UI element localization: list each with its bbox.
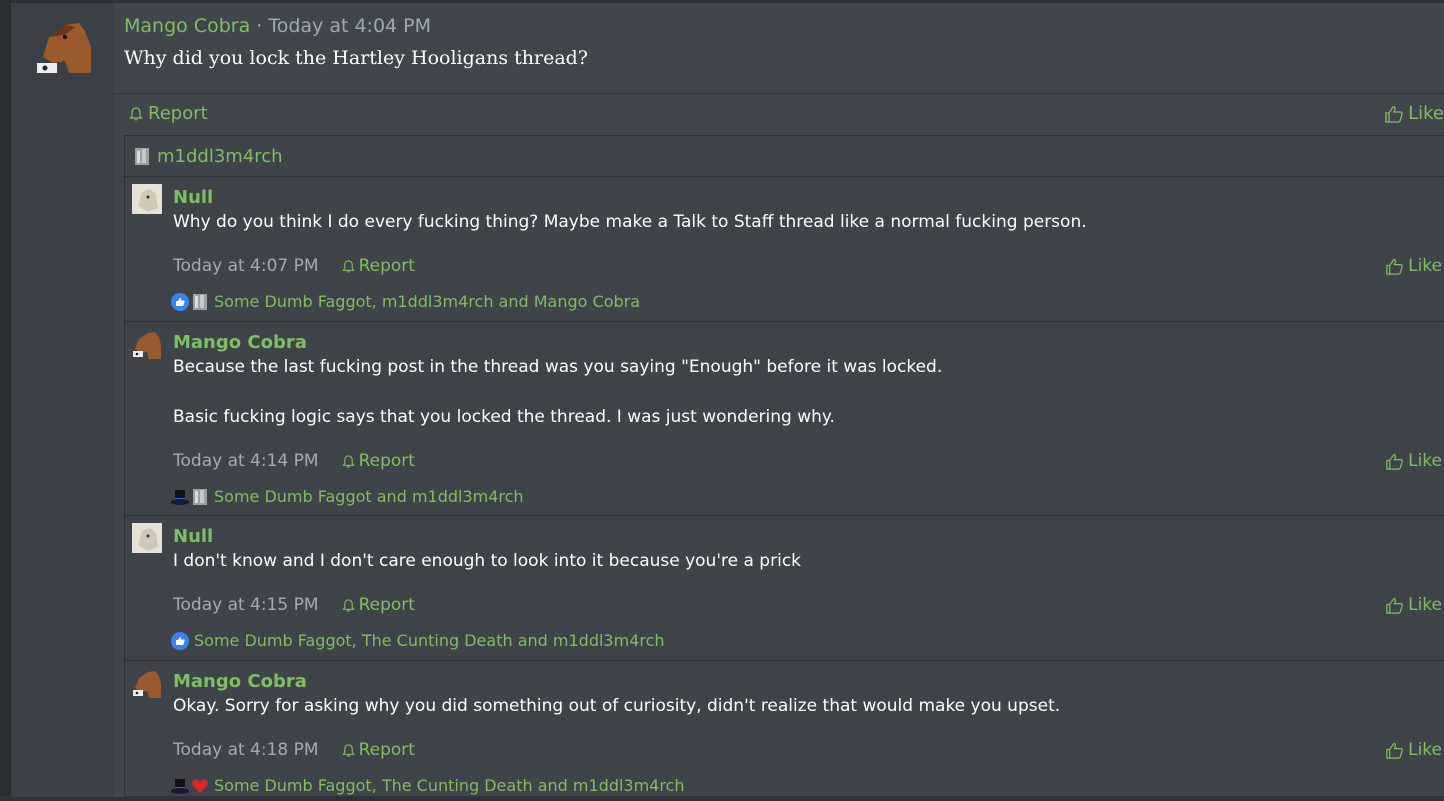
- report-button[interactable]: Report: [341, 595, 415, 615]
- like-label: Like: [1408, 103, 1444, 124]
- comment-text: Because the last fucking post in the thr…: [173, 357, 943, 377]
- like-button[interactable]: Like: [1385, 451, 1442, 471]
- comments-header-user[interactable]: m1ddl3m4rch: [157, 146, 283, 167]
- avatar[interactable]: [132, 668, 162, 698]
- reactions[interactable]: Some Dumb Faggot, The Cunting Death and …: [171, 631, 665, 650]
- report-button[interactable]: Report: [341, 451, 415, 471]
- user-avatar-icon: [133, 145, 151, 167]
- comments-header: m1ddl3m4rch: [125, 136, 1444, 177]
- avatar[interactable]: [132, 329, 162, 359]
- comment-author[interactable]: Null: [173, 526, 213, 547]
- like-button[interactable]: Like: [1385, 256, 1442, 276]
- report-button[interactable]: Report: [341, 740, 415, 760]
- reactions-text: Some Dumb Faggot, m1ddl3m4rch and Mango …: [214, 292, 641, 311]
- thumbs-up-icon: [1384, 104, 1404, 124]
- bell-icon: [341, 598, 356, 613]
- comment: Null Why do you think I do every fucking…: [125, 177, 1444, 322]
- report-label: Report: [358, 740, 415, 760]
- thumbs-up-reaction-icon: [171, 292, 189, 311]
- comment-time[interactable]: Today at 4:15 PM: [173, 595, 319, 615]
- like-label: Like: [1408, 256, 1442, 276]
- post-separator: ·: [250, 15, 269, 37]
- bell-icon: [128, 106, 144, 122]
- post-header: Mango Cobra · Today at 4:04 PM: [124, 15, 431, 37]
- comment-meta: Today at 4:07 PM Report: [173, 256, 415, 276]
- reactions[interactable]: Some Dumb Faggot, The Cunting Death and …: [171, 776, 685, 795]
- thumbs-up-reaction-icon: [171, 631, 189, 650]
- top-hat-reaction-icon: [171, 777, 189, 795]
- comment-meta: Today at 4:14 PM Report: [173, 451, 415, 471]
- comment-time[interactable]: Today at 4:14 PM: [173, 451, 319, 471]
- red-heart-reaction-icon: [191, 777, 209, 795]
- comment: Mango Cobra Because the last fucking pos…: [125, 322, 1444, 516]
- post-time[interactable]: Today at 4:04 PM: [268, 15, 431, 37]
- report-label: Report: [358, 595, 415, 615]
- comment-time[interactable]: Today at 4:07 PM: [173, 256, 319, 276]
- comment-text: Okay. Sorry for asking why you did somet…: [173, 696, 1061, 716]
- bell-icon: [341, 259, 356, 274]
- like-label: Like: [1408, 451, 1442, 471]
- like-button[interactable]: Like: [1385, 740, 1442, 760]
- report-label: Report: [358, 451, 415, 471]
- gray-figure-reaction-icon: [191, 488, 209, 506]
- comment-meta: Today at 4:15 PM Report: [173, 595, 415, 615]
- post-avatar-column: [11, 3, 114, 797]
- thumbs-up-icon: [1385, 596, 1404, 615]
- report-button[interactable]: Report: [128, 103, 208, 124]
- comment-author[interactable]: Null: [173, 187, 213, 208]
- thumbs-up-icon: [1385, 452, 1404, 471]
- left-edge-strip: [0, 0, 11, 796]
- post-main: Mango Cobra · Today at 4:04 PM Why did y…: [114, 3, 1444, 797]
- top-hat-reaction-icon: [171, 488, 189, 506]
- post: Mango Cobra · Today at 4:04 PM Why did y…: [11, 2, 1444, 797]
- like-button[interactable]: Like: [1385, 595, 1442, 615]
- comment-author[interactable]: Mango Cobra: [173, 332, 307, 353]
- reactions-text: Some Dumb Faggot and m1ddl3m4rch: [214, 487, 524, 506]
- report-label: Report: [148, 103, 208, 124]
- thumbs-up-icon: [1385, 257, 1404, 276]
- post-body: Why did you lock the Hartley Hooligans t…: [124, 47, 588, 69]
- comment-author[interactable]: Mango Cobra: [173, 671, 307, 692]
- like-button[interactable]: Like: [1384, 103, 1444, 124]
- comment-text: I don't know and I don't care enough to …: [173, 551, 802, 571]
- comments-section: m1ddl3m4rch Null Why do you think I do e…: [124, 135, 1444, 797]
- comment-meta: Today at 4:18 PM Report: [173, 740, 415, 760]
- comment-text-line-2: Basic fucking logic says that you locked…: [173, 407, 835, 427]
- like-label: Like: [1408, 595, 1442, 615]
- thumbs-up-icon: [1385, 741, 1404, 760]
- report-label: Report: [358, 256, 415, 276]
- comment-text: Why do you think I do every fucking thin…: [173, 212, 1087, 232]
- avatar[interactable]: [35, 17, 93, 75]
- post-author[interactable]: Mango Cobra: [124, 15, 250, 37]
- reactions[interactable]: Some Dumb Faggot and m1ddl3m4rch: [171, 487, 524, 506]
- bell-icon: [341, 454, 356, 469]
- report-button[interactable]: Report: [341, 256, 415, 276]
- avatar[interactable]: [132, 523, 162, 553]
- comment-time[interactable]: Today at 4:18 PM: [173, 740, 319, 760]
- comment: Null I don't know and I don't care enoug…: [125, 516, 1444, 661]
- like-label: Like: [1408, 740, 1442, 760]
- reactions-text: Some Dumb Faggot, The Cunting Death and …: [194, 631, 665, 650]
- reactions-text: Some Dumb Faggot, The Cunting Death and …: [214, 776, 685, 795]
- reactions[interactable]: Some Dumb Faggot, m1ddl3m4rch and Mango …: [171, 292, 640, 311]
- gray-figure-reaction-icon: [191, 293, 209, 311]
- avatar[interactable]: [132, 184, 162, 214]
- post-actions: Report Like: [114, 93, 1444, 136]
- comment: Mango Cobra Okay. Sorry for asking why y…: [125, 661, 1444, 801]
- bell-icon: [341, 743, 356, 758]
